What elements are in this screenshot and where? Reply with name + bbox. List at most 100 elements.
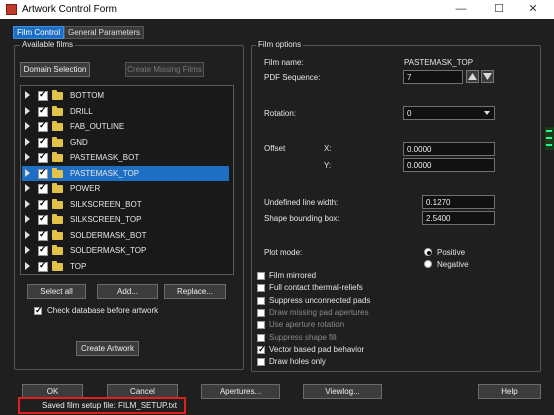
pdf-seq-down-button[interactable]	[481, 70, 494, 83]
film-checkbox[interactable]	[38, 260, 48, 272]
expand-arrow-icon[interactable]	[25, 91, 30, 99]
domain-selection-button[interactable]: Domain Selection	[20, 62, 90, 77]
option-checkbox[interactable]	[257, 333, 265, 342]
film-row[interactable]: DRILL	[22, 104, 229, 119]
maximize-button[interactable]: ☐	[484, 2, 514, 17]
film-checkbox[interactable]	[38, 167, 48, 179]
film-name: GND	[70, 137, 88, 147]
rotation-select[interactable]: 0	[403, 106, 495, 120]
option-label: Draw holes only	[269, 357, 326, 367]
side-indicator-icon	[545, 127, 554, 150]
film-row[interactable]: BOTTOM	[22, 88, 229, 103]
close-button[interactable]: ✕	[518, 2, 548, 17]
undefined-line-width-input[interactable]: 0.1270	[422, 195, 495, 209]
expand-arrow-icon[interactable]	[25, 153, 30, 161]
available-films-label: Available films	[20, 40, 75, 49]
film-checkbox[interactable]	[38, 182, 48, 194]
film-name: SILKSCREEN_TOP	[70, 215, 142, 224]
option-label: Full contact thermal-reliefs	[269, 283, 363, 293]
pdf-sequence-input[interactable]: 7	[403, 70, 463, 84]
option-label: Use aperture rotation	[269, 320, 345, 330]
film-row[interactable]: SILKSCREEN_BOT	[22, 197, 229, 212]
expand-arrow-icon[interactable]	[25, 137, 30, 146]
tab-general-parameters[interactable]: General Parameters	[64, 26, 145, 39]
film-name: FAB_OUTLINE	[70, 122, 125, 131]
expand-arrow-icon[interactable]	[25, 199, 30, 208]
film-row[interactable]: POWER	[22, 181, 229, 196]
offset-y-label: Y:	[324, 161, 332, 170]
film-checkbox[interactable]	[38, 151, 48, 163]
expand-arrow-icon[interactable]	[25, 215, 30, 223]
film-name: PASTEMASK_TOP	[70, 168, 140, 178]
plot-negative-radio[interactable]	[424, 260, 432, 268]
chevron-down-icon	[484, 111, 490, 115]
option-label: Draw missing pad apertures	[269, 307, 369, 317]
option-checkbox[interactable]	[257, 296, 265, 305]
film-checkbox[interactable]	[38, 213, 48, 225]
folder-icon	[52, 260, 63, 271]
replace-button[interactable]: Replace...	[164, 284, 226, 299]
folder-icon	[52, 152, 63, 162]
create-artwork-button[interactable]: Create Artwork	[76, 341, 139, 356]
tab-film-control[interactable]: Film Control	[13, 26, 65, 39]
option-checkbox[interactable]	[257, 344, 266, 355]
offset-x-input[interactable]: 0.0000	[403, 142, 495, 156]
film-options-label: Film options	[256, 40, 304, 49]
pdf-seq-up-button[interactable]	[466, 70, 479, 83]
expand-arrow-icon[interactable]	[25, 261, 30, 270]
film-checkbox[interactable]	[38, 120, 48, 132]
film-name-value: PASTEMASK_TOP	[404, 58, 474, 67]
film-row[interactable]: FAB_OUTLINE	[22, 119, 229, 134]
film-checkbox[interactable]	[38, 136, 48, 148]
viewlog-button[interactable]: Viewlog...	[303, 384, 382, 399]
film-checkbox[interactable]	[38, 229, 48, 241]
offset-label: Offset	[264, 144, 286, 153]
plot-positive-radio[interactable]	[424, 248, 432, 256]
film-checkbox[interactable]	[38, 198, 48, 210]
expand-arrow-icon[interactable]	[25, 168, 30, 177]
expand-arrow-icon[interactable]	[25, 246, 30, 254]
film-row[interactable]: PASTEMASK_BOT	[22, 150, 229, 165]
folder-icon	[52, 105, 63, 116]
film-row[interactable]: PASTEMASK_TOP	[22, 165, 229, 181]
film-checkbox[interactable]	[38, 244, 48, 256]
pdf-sequence-label: PDF Sequence:	[264, 73, 321, 82]
option-checkbox[interactable]	[257, 358, 265, 367]
select-all-button[interactable]: Select all	[27, 284, 86, 299]
check-database-label: Check database before artwork	[47, 306, 159, 315]
film-row[interactable]: SOLDERMASK_BOT	[22, 228, 229, 243]
create-missing-films-button[interactable]: Create Missing Films	[125, 62, 204, 77]
option-checkbox[interactable]	[257, 308, 265, 317]
film-checkbox[interactable]	[38, 89, 48, 101]
expand-arrow-icon[interactable]	[25, 122, 30, 130]
shape-bounding-box-input[interactable]: 2.5400	[422, 211, 495, 225]
option-checkbox[interactable]	[257, 321, 265, 330]
option-label: Suppress shape fill	[269, 332, 337, 342]
film-row[interactable]: SOLDERMASK_TOP	[22, 243, 229, 258]
film-row[interactable]: TOP	[22, 259, 229, 274]
expand-arrow-icon[interactable]	[25, 184, 30, 192]
option-checkbox[interactable]	[257, 284, 265, 293]
expand-arrow-icon[interactable]	[25, 106, 30, 115]
minimize-button[interactable]: —	[446, 2, 476, 17]
film-name: DRILL	[70, 106, 93, 116]
film-row[interactable]: SILKSCREEN_TOP	[22, 212, 229, 227]
folder-icon	[52, 167, 63, 178]
film-name: TOP	[70, 261, 87, 271]
plot-mode-label: Plot mode:	[264, 248, 303, 257]
plot-negative-label: Negative	[437, 260, 469, 269]
offset-y-input[interactable]: 0.0000	[403, 158, 495, 172]
folder-icon	[52, 90, 63, 100]
apertures-button[interactable]: Apertures...	[201, 384, 280, 399]
film-checkbox[interactable]	[38, 105, 48, 117]
option-checkbox[interactable]	[257, 272, 265, 280]
rotation-label: Rotation:	[264, 109, 297, 118]
film-name: SILKSCREEN_BOT	[70, 199, 142, 209]
help-button[interactable]: Help	[478, 384, 541, 399]
check-database-checkbox[interactable]	[34, 305, 43, 316]
app-icon	[6, 4, 17, 15]
expand-arrow-icon[interactable]	[25, 230, 30, 239]
films-list[interactable]: BOTTOM DRILL FAB_OUTLINE GND PASTEMASK_BOT PA…	[20, 85, 234, 275]
add-button[interactable]: Add...	[97, 284, 158, 299]
film-row[interactable]: GND	[22, 135, 229, 150]
